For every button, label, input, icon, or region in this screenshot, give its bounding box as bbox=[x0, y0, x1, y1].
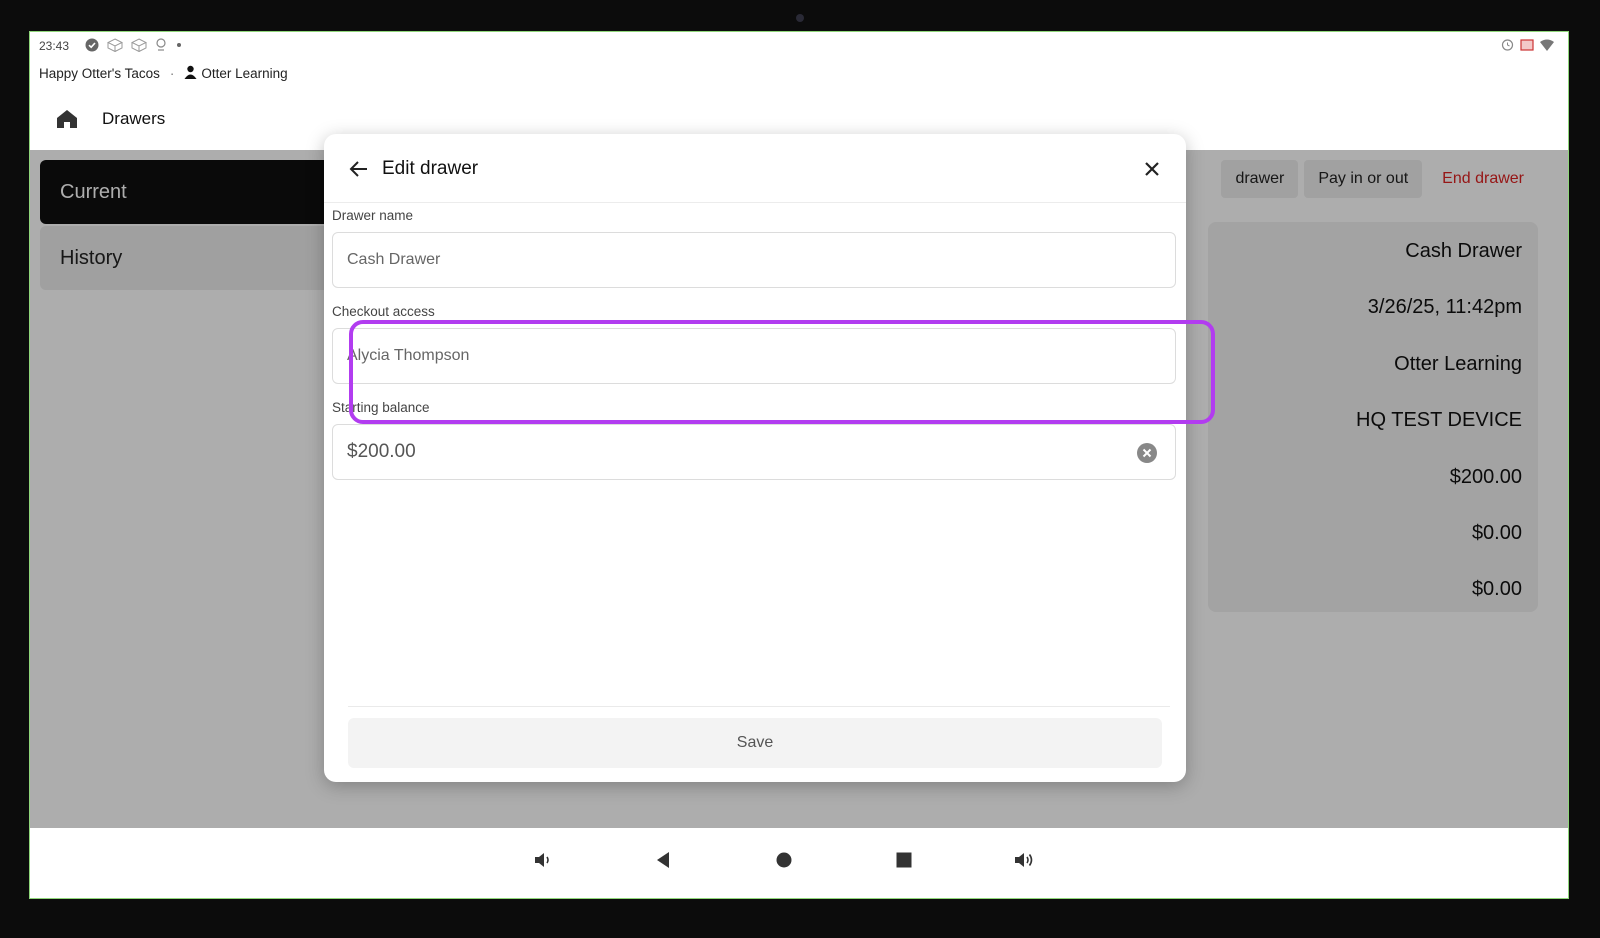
edit-drawer-dialog: Edit drawer Drawer name Checkout access … bbox=[324, 134, 1186, 782]
user-name: Otter Learning bbox=[201, 66, 288, 81]
cube-icon bbox=[106, 38, 124, 57]
front-camera bbox=[796, 14, 804, 22]
location-user-line: Happy Otter's Tacos · Otter Learning bbox=[39, 65, 288, 82]
page-title: Drawers bbox=[102, 109, 166, 128]
checkout-access-label: Checkout access bbox=[332, 304, 435, 319]
android-nav-bar bbox=[30, 828, 1568, 898]
separator-dot: · bbox=[169, 66, 175, 81]
status-bar: 23:43 bbox=[30, 32, 1568, 58]
cast-icon bbox=[1520, 38, 1534, 56]
back-nav-icon[interactable] bbox=[651, 848, 675, 872]
dialog-header: Edit drawer bbox=[324, 134, 1186, 203]
dot-icon bbox=[175, 38, 183, 57]
drawer-name-label: Drawer name bbox=[332, 208, 414, 223]
check-circle-icon bbox=[85, 38, 99, 57]
divider bbox=[348, 706, 1170, 707]
clear-circle-icon[interactable] bbox=[1136, 442, 1158, 464]
save-button[interactable]: Save bbox=[348, 718, 1162, 768]
cube-icon bbox=[130, 38, 148, 57]
wifi-icon bbox=[1540, 38, 1554, 56]
recents-nav-icon[interactable] bbox=[892, 848, 916, 872]
home-icon[interactable] bbox=[56, 108, 78, 130]
starting-balance-input[interactable] bbox=[332, 424, 1176, 480]
location-icon bbox=[155, 38, 167, 57]
checkout-access-input[interactable] bbox=[332, 328, 1176, 384]
volume-down-icon[interactable] bbox=[531, 848, 555, 872]
drawer-name-input[interactable] bbox=[332, 232, 1176, 288]
arrow-left-icon[interactable] bbox=[348, 158, 370, 180]
home-nav-icon[interactable] bbox=[772, 848, 796, 872]
close-icon[interactable] bbox=[1142, 159, 1162, 179]
starting-balance-label: Starting balance bbox=[332, 400, 430, 415]
dialog-title: Edit drawer bbox=[382, 158, 479, 179]
volume-up-icon[interactable] bbox=[1012, 848, 1036, 872]
restaurant-name: Happy Otter's Tacos bbox=[39, 66, 160, 81]
alarm-icon bbox=[1501, 38, 1514, 56]
status-time: 23:43 bbox=[39, 39, 70, 53]
person-icon bbox=[184, 65, 197, 82]
